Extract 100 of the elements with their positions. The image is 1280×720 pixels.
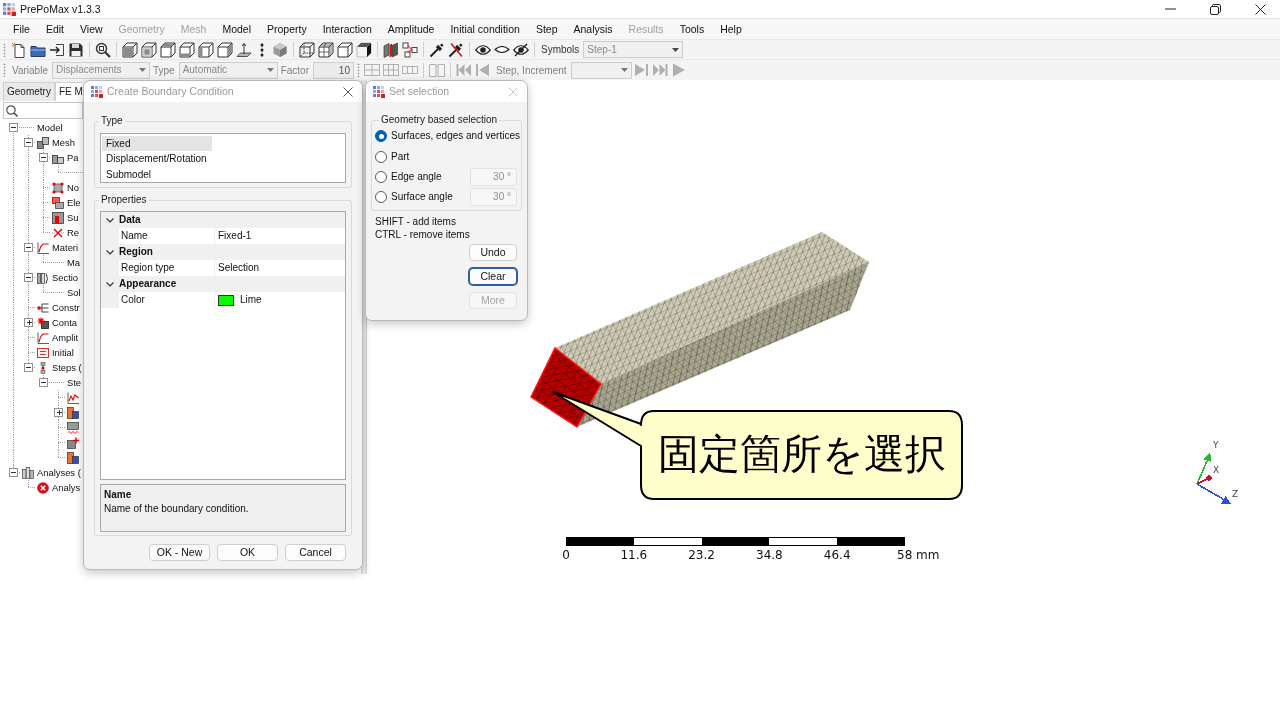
crossed-eye-icon[interactable] (512, 41, 529, 58)
menu-item[interactable]: File (5, 22, 38, 36)
toolbar-label: Type (152, 63, 175, 77)
tree-item[interactable]: Steps ( (52, 361, 82, 374)
tree-item[interactable]: Analys (52, 481, 81, 494)
radio-label[interactable]: Edge angle (391, 170, 442, 183)
cube-view-icon[interactable] (197, 41, 214, 58)
mesh-cube-icon[interactable] (317, 41, 334, 58)
cube-view-icon[interactable] (140, 41, 157, 58)
panel-tab[interactable]: Geometry (3, 82, 55, 101)
menu-item[interactable]: Edit (37, 22, 72, 36)
tree-item[interactable]: Re (67, 226, 79, 239)
vertical-dots-icon[interactable] (259, 41, 264, 58)
tree-item[interactable]: Mesh (52, 136, 75, 149)
property-value[interactable]: Lime (240, 294, 262, 306)
dialog-button[interactable]: Cancel (285, 544, 346, 561)
menu-item[interactable]: Help (712, 22, 750, 36)
category-label: Appearance (119, 278, 177, 290)
lens-icon[interactable] (493, 46, 510, 53)
dialog-button[interactable]: Undo (469, 243, 517, 261)
tree-item[interactable]: Ma (67, 256, 81, 269)
new-file-icon[interactable] (10, 41, 27, 58)
menu-item[interactable]: Model (214, 22, 259, 36)
menu-item[interactable]: Step (527, 22, 566, 36)
expander-icon[interactable] (24, 243, 33, 252)
property-value[interactable]: Fixed-1 (218, 230, 252, 242)
tree-item[interactable]: Model (37, 121, 63, 134)
scale-label: 46.4 (823, 548, 851, 562)
close-icon[interactable] (343, 86, 353, 97)
chevron-icon[interactable] (106, 281, 114, 287)
radio-label[interactable]: Surfaces, edges and vertices (391, 130, 520, 143)
radio-button[interactable] (375, 170, 387, 183)
section-bars-icon (37, 271, 49, 284)
dialog-button[interactable]: Clear (469, 267, 517, 285)
dialog-button[interactable]: OK - New (149, 544, 210, 561)
chevron-icon[interactable] (106, 217, 114, 223)
ground-plane-icon[interactable] (235, 41, 252, 58)
expander-icon[interactable] (54, 408, 63, 417)
tree-item[interactable]: No (67, 181, 79, 194)
radio-button[interactable] (375, 150, 387, 163)
expander-icon[interactable] (9, 123, 18, 132)
import-icon[interactable] (48, 41, 65, 58)
pipette-icon[interactable] (428, 41, 445, 58)
category-label: Data (119, 214, 141, 226)
radio-button[interactable] (375, 191, 387, 204)
tree-item[interactable]: Pa (67, 151, 79, 164)
radio-label[interactable]: Part (391, 150, 410, 163)
radio-button[interactable] (375, 130, 387, 143)
tree-item[interactable]: Ele (67, 196, 81, 209)
section-plane-icon[interactable] (382, 41, 399, 58)
expander-icon[interactable] (24, 363, 33, 372)
tree-item[interactable]: Ste (67, 376, 82, 389)
tree-item[interactable]: Sol (67, 286, 81, 299)
restore-icon[interactable] (1210, 3, 1221, 15)
wireframe-cube-icon[interactable] (298, 41, 315, 58)
dialog-button[interactable]: OK (217, 544, 278, 561)
cube-view-icon[interactable] (159, 41, 176, 58)
cube-view-icon[interactable] (178, 41, 195, 58)
list-item[interactable]: Submodel (102, 166, 212, 182)
radio-label[interactable]: Surface angle (391, 191, 453, 204)
tree-item[interactable]: Sectio (52, 271, 79, 284)
expander-icon[interactable] (9, 468, 18, 477)
shaded-cube-icon[interactable] (271, 41, 288, 58)
expander-icon[interactable] (24, 138, 33, 147)
hint-text: CTRL - remove items (375, 227, 471, 241)
expander-icon[interactable] (39, 153, 48, 162)
magnifier-icon[interactable] (94, 41, 111, 58)
tree-item[interactable]: Analyses ( (37, 466, 81, 479)
search-field[interactable] (3, 102, 83, 119)
expander-icon[interactable] (39, 378, 48, 387)
cube-view-icon[interactable] (216, 41, 233, 58)
solid-cube-icon[interactable] (355, 41, 372, 58)
panel-tab[interactable]: FE M (54, 82, 83, 101)
chevron-icon[interactable] (106, 249, 114, 255)
menu-item[interactable]: Property (259, 22, 315, 36)
tree-item[interactable]: Initial (52, 346, 74, 359)
hint-text: SHIFT - add items (375, 214, 457, 228)
menu-item[interactable]: Interaction (314, 22, 380, 36)
menu-item[interactable]: View (72, 22, 111, 36)
tree-item[interactable]: Conta (52, 316, 78, 329)
list-item[interactable]: Displacement/Rotation (102, 151, 212, 167)
crossed-pipette-icon[interactable] (447, 41, 464, 58)
menu-item[interactable]: Initial condition (442, 22, 528, 36)
tree-item[interactable]: Materi (52, 241, 79, 254)
close-icon[interactable] (1255, 3, 1266, 15)
menu-item[interactable]: Amplitude (379, 22, 443, 36)
tree-item[interactable]: Su (67, 211, 79, 224)
tree-item[interactable]: Constr (52, 301, 80, 314)
list-item[interactable]: Fixed (102, 136, 212, 152)
expander-icon[interactable] (24, 318, 33, 327)
menu-item[interactable]: Tools (671, 22, 713, 36)
cube-outline-icon[interactable] (336, 41, 353, 58)
cube-view-icon[interactable] (121, 41, 138, 58)
eye-icon[interactable] (474, 44, 491, 55)
tree-item[interactable]: Amplit (52, 331, 79, 344)
menu-item[interactable]: Analysis (565, 22, 621, 36)
group-label: Geometry based selection (379, 114, 500, 126)
node-network-icon[interactable] (401, 41, 418, 58)
expander-icon[interactable] (24, 273, 33, 282)
error-icon (37, 481, 49, 494)
